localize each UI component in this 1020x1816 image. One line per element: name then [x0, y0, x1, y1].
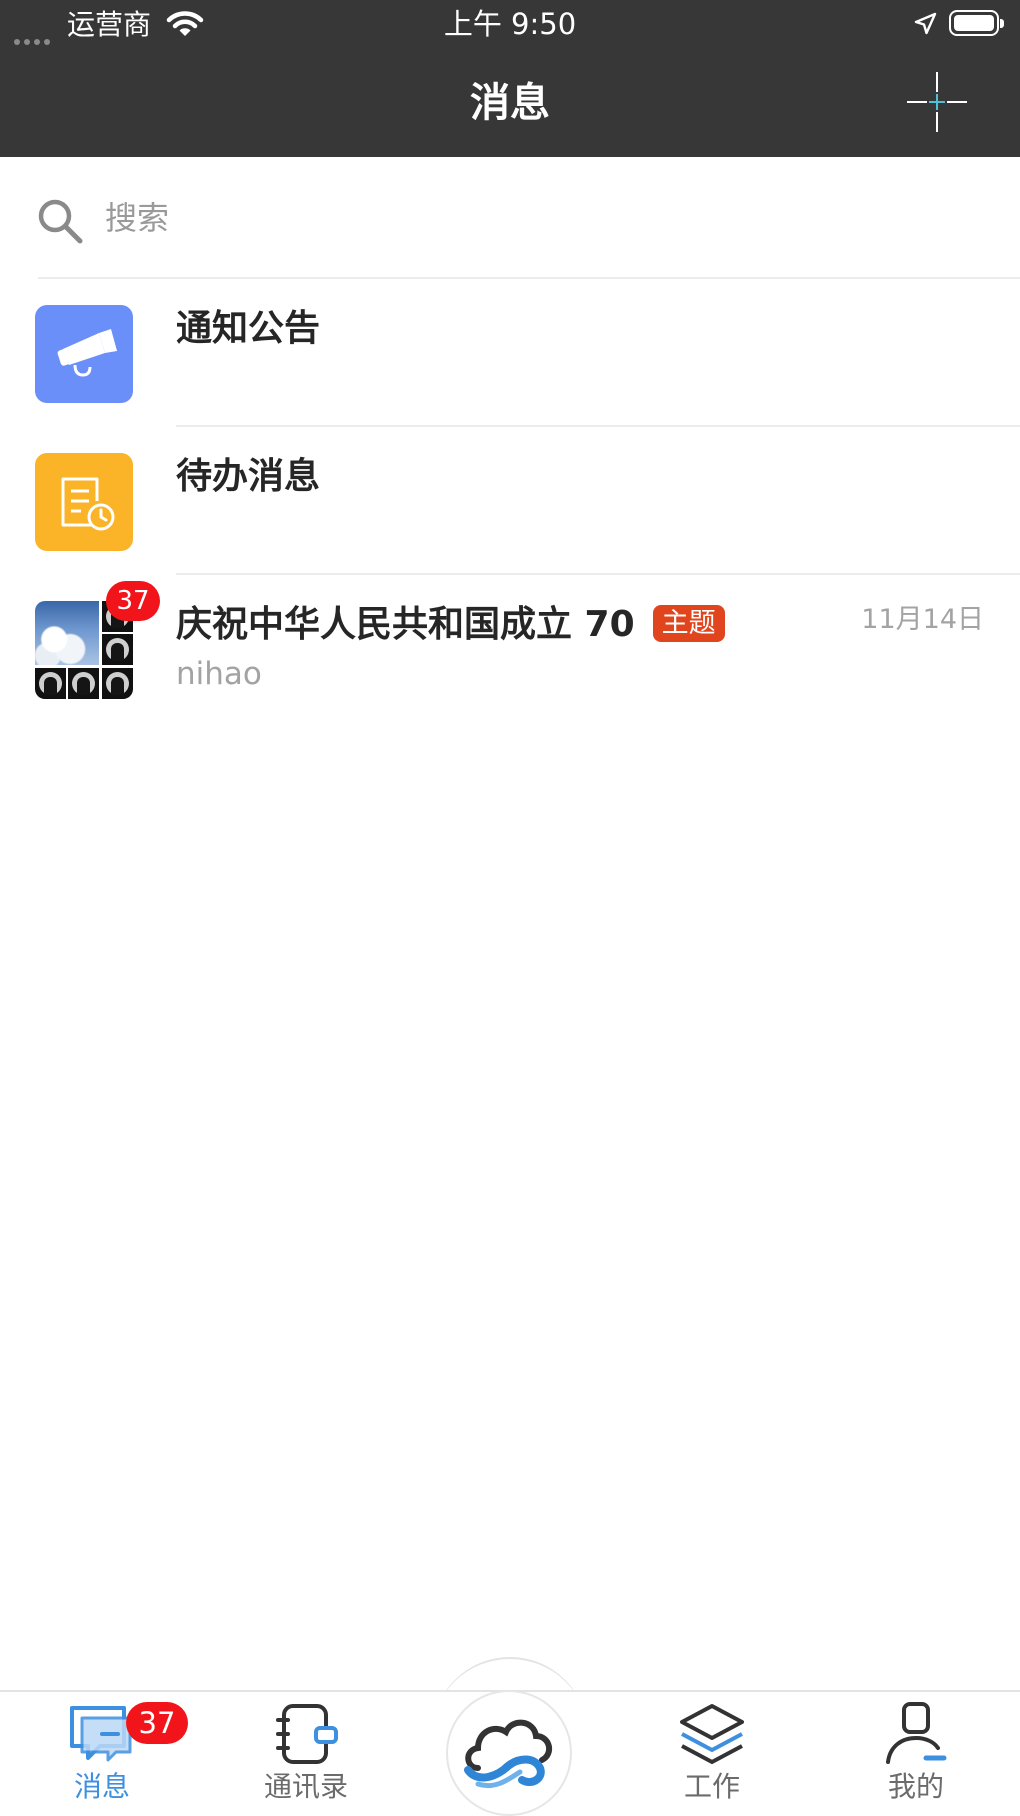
member-avatar: [35, 668, 66, 699]
member-avatar: [68, 668, 99, 699]
chat-title-text: 庆祝中华人民共和国成立 70: [176, 604, 635, 645]
tab-label: 消息: [73, 1770, 130, 1803]
battery-icon: [949, 10, 1004, 36]
user-icon: [886, 1702, 947, 1764]
divider: [176, 425, 1020, 427]
search-icon: [38, 199, 83, 244]
search-input[interactable]: 搜索: [105, 198, 169, 238]
list-item-title: 庆祝中华人民共和国成立 70 主题: [176, 603, 725, 647]
topic-tag: 主题: [652, 604, 725, 642]
tab-work[interactable]: 工作: [642, 1690, 782, 1813]
member-avatar: [102, 668, 133, 699]
list-item-group-chat[interactable]: 37 庆祝中华人民共和国成立 70 主题 nihao 11月14日: [0, 581, 1020, 747]
member-avatar: [102, 634, 133, 665]
chat-bubble-icon: [70, 1706, 132, 1762]
list-item-title: 通知公告: [176, 308, 321, 349]
tab-contacts[interactable]: 通讯录: [236, 1690, 376, 1813]
page-title: 消息: [470, 80, 550, 126]
location-arrow-icon: [914, 12, 937, 35]
status-time: 上午 9:50: [443, 7, 577, 41]
divider: [176, 573, 1020, 575]
layers-icon: [680, 1704, 744, 1764]
tab-unread-badge: 37: [126, 1702, 188, 1744]
tab-label: 我的: [887, 1770, 944, 1803]
nav-bar: 消息: [0, 50, 1020, 157]
cloud-logo-icon: [464, 1719, 553, 1788]
divider: [38, 277, 1020, 279]
tab-label: 通讯录: [263, 1770, 348, 1803]
center-cloud-button[interactable]: [446, 1690, 572, 1816]
scan-icon[interactable]: [905, 70, 969, 134]
list-item-todo[interactable]: 待办消息: [0, 453, 1020, 599]
contacts-book-icon: [276, 1704, 338, 1764]
list-item-date: 11月14日: [861, 604, 984, 635]
tab-label: 工作: [683, 1770, 740, 1803]
todo-avatar: [35, 453, 133, 551]
status-bar: 运营商 上午 9:50: [0, 0, 1020, 50]
tab-messages[interactable]: 37 消息: [32, 1690, 188, 1813]
unread-badge: 37: [106, 581, 160, 621]
list-item-title: 待办消息: [176, 456, 321, 497]
list-item-notice[interactable]: 通知公告: [0, 305, 1020, 451]
notice-avatar: [35, 305, 133, 403]
todo-clock-icon: [61, 477, 115, 531]
search-bar[interactable]: 搜索: [0, 157, 1020, 277]
megaphone-icon: [57, 329, 117, 377]
tab-me[interactable]: 我的: [846, 1690, 986, 1813]
group-avatar-photo: [35, 601, 99, 665]
list-item-preview: nihao: [176, 656, 262, 692]
